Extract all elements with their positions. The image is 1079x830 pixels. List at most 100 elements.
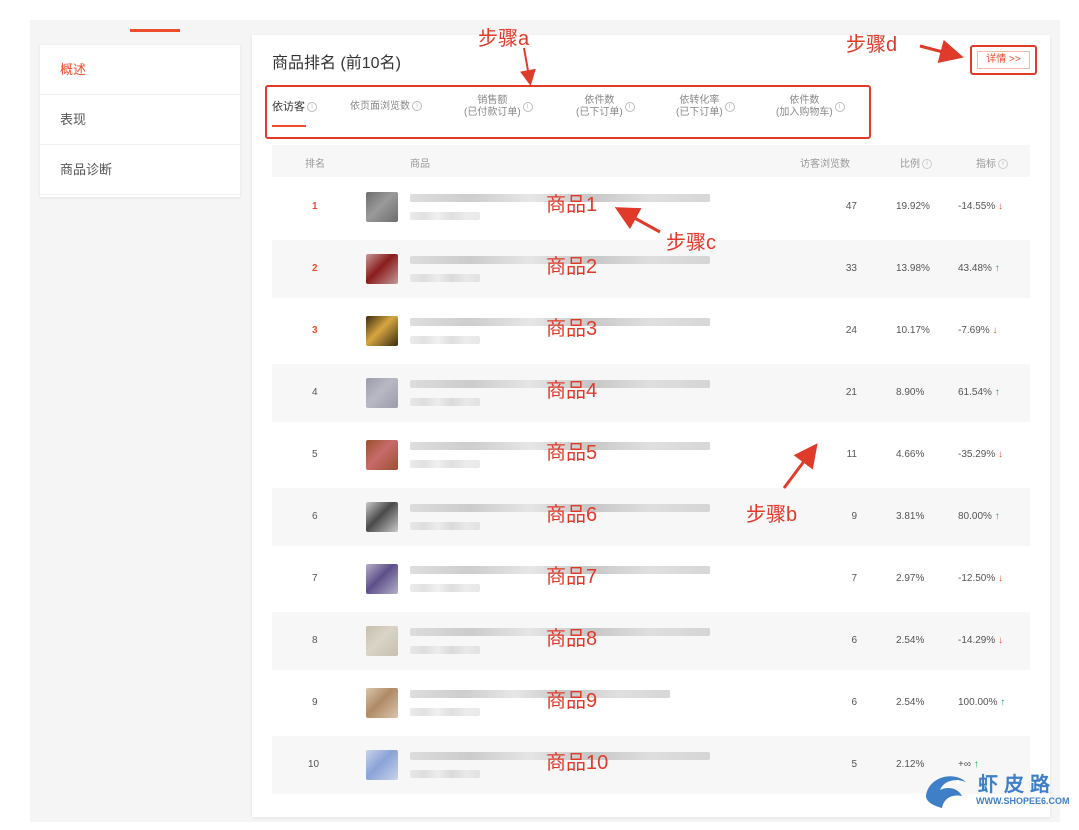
arrow-down-icon: ↓ (995, 573, 1004, 584)
product-name-label[interactable]: 商品4 (546, 374, 597, 403)
ratio-cell: 3.81% (896, 511, 925, 522)
arrow-down-icon: ↓ (995, 635, 1004, 646)
product-thumbnail[interactable] (366, 378, 398, 408)
index-cell: 100.00% ↑ (958, 697, 1005, 708)
views-cell: 5 (851, 759, 857, 770)
arrow-up-icon: ↑ (991, 263, 1000, 274)
sidebar-item-performance[interactable]: 表现 (40, 95, 240, 145)
annotation-step-d: 步骤d (846, 34, 898, 56)
tab-label: 依访客 (272, 101, 305, 113)
table-row[interactable]: 8 商品8 6 2.54% -14.29% ↓ (272, 612, 1030, 670)
product-name-label[interactable]: 商品9 (546, 684, 597, 713)
column-header-index[interactable]: 指标 i (976, 155, 1008, 170)
views-cell: 9 (851, 511, 857, 522)
active-tab-underline (272, 125, 306, 127)
product-name-label[interactable]: 商品10 (546, 746, 608, 775)
info-circle-icon: i (724, 102, 735, 112)
ratio-cell: 13.98% (896, 263, 930, 274)
tab-by-conversion[interactable]: 依转化率 (已下订单) i (676, 95, 735, 135)
arrow-down-icon: ↓ (995, 449, 1004, 460)
info-circle-icon: i (412, 101, 422, 112)
tab-by-units-ordered[interactable]: 依件数 (已下订单) i (576, 95, 635, 135)
blurred-product-subtitle (410, 274, 480, 282)
tab-label: 依件数 (584, 95, 615, 106)
product-name-label[interactable]: 商品1 (546, 188, 597, 217)
info-circle-icon: i (522, 102, 533, 112)
tab-by-sales[interactable]: 销售额 (已付款订单) i (464, 95, 533, 135)
detail-button[interactable]: 详情 >> (977, 51, 1030, 69)
table-row[interactable]: 1 商品1 47 19.92% -14.55% ↓ (272, 178, 1030, 236)
product-thumbnail[interactable] (366, 440, 398, 470)
table-row[interactable]: 3 商品3 24 10.17% -7.69% ↓ (272, 302, 1030, 360)
arrow-up-icon: ↑ (991, 387, 1000, 398)
column-header-ratio[interactable]: 比例 i (900, 155, 932, 170)
tab-sublabel: (已付款订单) (464, 107, 521, 118)
sidebar-item-overview[interactable]: 概述 (40, 45, 240, 95)
blurred-product-subtitle (410, 212, 480, 220)
table-row[interactable]: 9 商品9 6 2.54% 100.00% ↑ (272, 674, 1030, 732)
tab-label: 销售额 (477, 95, 508, 106)
views-cell: 33 (845, 263, 857, 274)
watermark-logo (926, 776, 966, 808)
product-thumbnail[interactable] (366, 502, 398, 532)
product-name-label[interactable]: 商品7 (546, 560, 597, 589)
arrow-down-icon: ↓ (989, 325, 998, 336)
annotation-step-c: 步骤c (666, 232, 716, 254)
table-row[interactable]: 7 商品7 7 2.97% -12.50% ↓ (272, 550, 1030, 608)
blurred-product-subtitle (410, 522, 480, 530)
product-name-label[interactable]: 商品6 (546, 498, 597, 527)
tab-by-visitors[interactable]: 依访客 i (272, 101, 317, 141)
arrow-down-icon: ↓ (995, 201, 1004, 212)
column-header-index-label: 指标 (976, 159, 996, 170)
blurred-product-subtitle (410, 398, 480, 406)
panel-title: 商品排名 (前10名) (272, 55, 401, 72)
product-thumbnail[interactable] (366, 316, 398, 346)
sidebar: 概述 表现 商品诊断 (40, 45, 240, 197)
index-cell: -35.29% ↓ (958, 449, 1003, 460)
tab-label: 依件数 (789, 95, 820, 106)
ratio-cell: 2.54% (896, 697, 925, 708)
column-header-views[interactable]: 访客浏览数 (800, 155, 850, 170)
info-circle-icon: i (307, 102, 317, 113)
table-row[interactable]: 4 商品4 21 8.90% 61.54% ↑ (272, 364, 1030, 422)
table-row[interactable]: 10 商品10 5 2.12% +∞ ↑ (272, 736, 1030, 794)
index-cell: -14.55% ↓ (958, 201, 1003, 212)
column-header-product: 商品 (410, 159, 430, 170)
info-circle-icon: i (834, 102, 845, 112)
rank-cell: 3 (312, 325, 318, 336)
product-thumbnail[interactable] (366, 688, 398, 718)
table-row[interactable]: 6 商品6 9 3.81% 80.00% ↑ (272, 488, 1030, 546)
product-thumbnail[interactable] (366, 192, 398, 222)
product-name-label[interactable]: 商品3 (546, 312, 597, 341)
views-cell: 24 (845, 325, 857, 336)
product-name-label[interactable]: 商品2 (546, 250, 597, 279)
annotation-step-b: 步骤b (746, 504, 798, 526)
product-name-label[interactable]: 商品5 (546, 436, 597, 465)
tab-label: 依转化率 (679, 95, 720, 106)
blurred-product-subtitle (410, 708, 480, 716)
tab-by-page-views[interactable]: 依页面浏览数 i (350, 101, 422, 141)
ratio-cell: 10.17% (896, 325, 930, 336)
product-thumbnail[interactable] (366, 626, 398, 656)
blurred-product-title (410, 690, 670, 698)
table-row[interactable]: 5 商品5 11 4.66% -35.29% ↓ (272, 426, 1030, 484)
annotation-step-a: 步骤a (478, 28, 530, 50)
rank-cell: 1 (312, 201, 318, 212)
views-cell: 6 (851, 697, 857, 708)
rank-cell: 10 (308, 759, 320, 770)
product-thumbnail[interactable] (366, 750, 398, 780)
views-cell: 47 (845, 201, 857, 212)
product-thumbnail[interactable] (366, 564, 398, 594)
product-name-label[interactable]: 商品8 (546, 622, 597, 651)
tab-by-add-to-cart[interactable]: 依件数 (加入购物车) i (776, 95, 845, 135)
arrow-up-icon: ↑ (991, 511, 1000, 522)
detail-button-highlight: 详情 >> (970, 45, 1037, 75)
views-cell: 11 (846, 449, 857, 460)
table-row[interactable]: 2 商品2 33 13.98% 43.48% ↑ (272, 240, 1030, 298)
info-circle-icon: i (624, 102, 635, 112)
product-thumbnail[interactable] (366, 254, 398, 284)
ratio-cell: 4.66% (896, 449, 925, 460)
blurred-product-subtitle (410, 646, 480, 654)
tab-sublabel: (已下订单) (576, 107, 623, 118)
sidebar-item-product-diagnosis[interactable]: 商品诊断 (40, 145, 240, 195)
